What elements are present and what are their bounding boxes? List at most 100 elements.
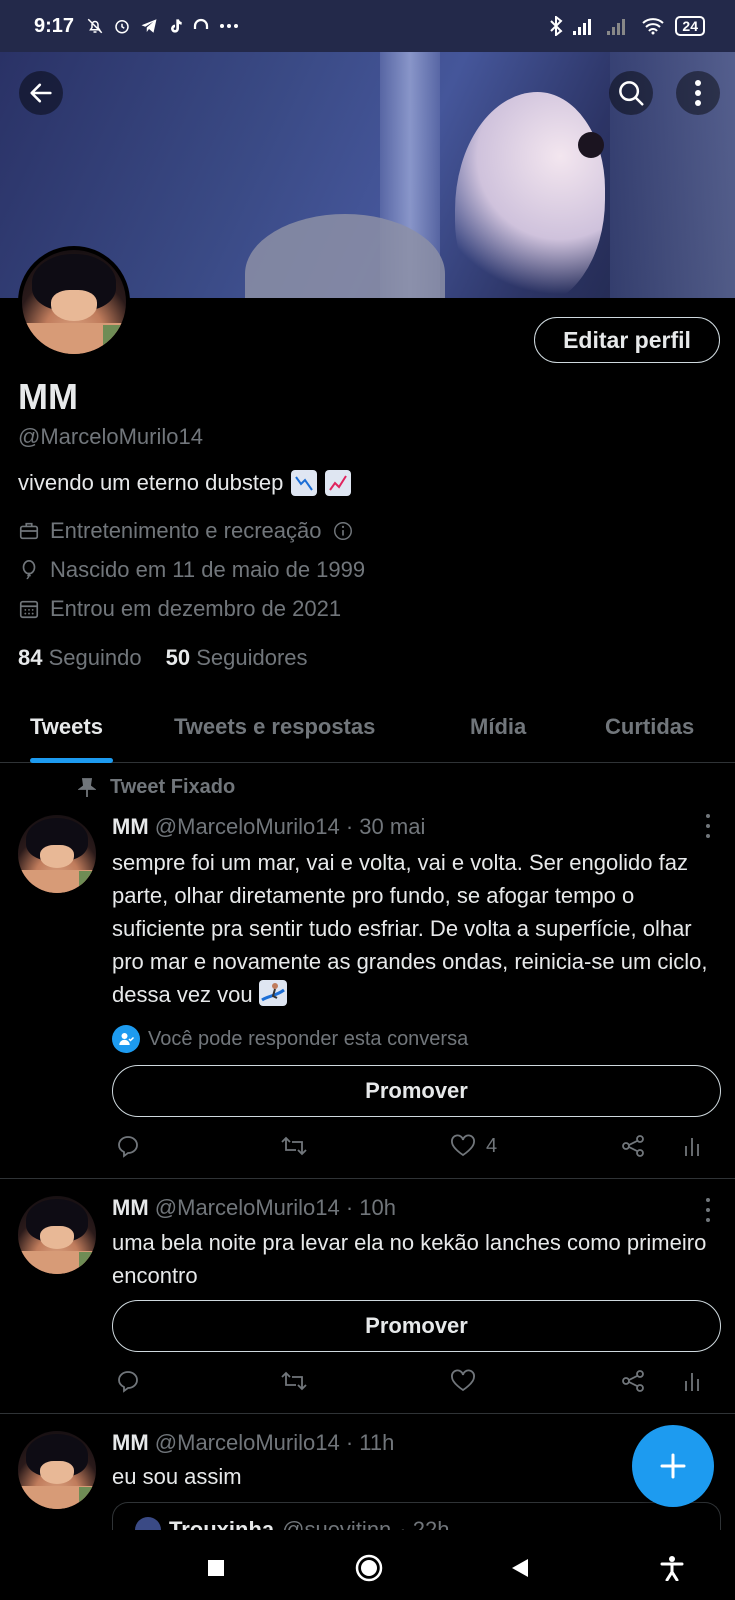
tweet-time[interactable]: · 30 mai: [346, 814, 425, 839]
profile-handle: @MarceloMurilo14: [18, 424, 203, 449]
retweet-button[interactable]: [280, 1134, 308, 1158]
category-text: Entretenimento e recreação: [50, 518, 322, 543]
tweet-more-button[interactable]: [700, 1198, 716, 1222]
plus-icon: [660, 1453, 686, 1479]
status-time: 9:17: [34, 14, 75, 37]
balloon-icon: [22, 560, 36, 580]
accessibility-button[interactable]: [652, 1548, 692, 1588]
tweet-text: uma bela noite pra levar ela no kekão la…: [112, 1230, 707, 1288]
more-icon: [220, 24, 239, 28]
followers-count: 50: [165, 645, 191, 670]
tweet-header: MM @MarceloMurilo14 · 11h: [112, 1430, 394, 1456]
tab-tweets[interactable]: Tweets: [30, 714, 103, 740]
profile-birthday: Nascido em 11 de maio de 1999: [18, 557, 365, 583]
reply-icon: [118, 1371, 138, 1393]
wifi-icon: [642, 18, 665, 35]
tweet-actions: 4: [112, 1134, 712, 1164]
profile-tabs: Tweets Tweets e respostas Mídia Curtidas: [0, 690, 735, 763]
search-icon: [619, 81, 644, 106]
retweet-icon: [281, 1136, 307, 1156]
birthday-text: Nascido em 11 de maio de 1999: [50, 557, 366, 582]
heart-icon: [451, 1134, 475, 1157]
status-bar: 9:17 24: [0, 0, 735, 52]
tweet-author-name[interactable]: MM: [112, 1195, 149, 1220]
telegram-icon: [141, 19, 157, 33]
accessibility-icon: [660, 1556, 684, 1581]
tweet-divider: [0, 1178, 735, 1179]
share-button[interactable]: [620, 1369, 646, 1393]
tweet-text: eu sou assim: [112, 1464, 242, 1489]
arrow-left-icon: [30, 83, 52, 103]
like-button[interactable]: [450, 1369, 486, 1393]
pinned-label: Tweet Fixado: [78, 776, 235, 799]
like-count: 4: [486, 1134, 498, 1157]
followers-label: Seguidores: [196, 645, 308, 670]
profile-bio: vivendo um eterno dubstep: [18, 470, 352, 496]
joined-text: Entrou em dezembro de 2021: [50, 596, 342, 621]
following-label: Seguindo: [48, 645, 142, 670]
followers-link[interactable]: 50 Seguidores: [166, 645, 308, 671]
home-circle-icon: [355, 1554, 383, 1582]
tweet-text: sempre foi um mar, vai e volta, vai e vo…: [112, 846, 722, 1011]
promote-button[interactable]: Promover: [112, 1065, 721, 1117]
share-button[interactable]: [620, 1134, 646, 1158]
alarm-icon: [115, 20, 129, 34]
status-left-icons: [86, 17, 239, 35]
profile-avatar[interactable]: [18, 246, 130, 358]
promote-button[interactable]: Promover: [112, 1300, 721, 1352]
info-icon[interactable]: [332, 520, 354, 542]
tweet-author-name[interactable]: MM: [112, 814, 149, 839]
follow-stats: 84 Seguindo 50 Seguidores: [18, 645, 308, 671]
back-button[interactable]: [19, 71, 63, 115]
tweet-actions: [112, 1369, 712, 1399]
tweet-header: MM @MarceloMurilo14 · 30 mai: [112, 814, 425, 840]
tweet-author-handle[interactable]: @MarceloMurilo14: [155, 1195, 340, 1220]
retweet-button[interactable]: [280, 1369, 308, 1393]
tweet-author-name[interactable]: MM: [112, 1430, 149, 1455]
avatar-image: [22, 250, 126, 354]
reply-button[interactable]: [116, 1369, 140, 1393]
share-icon: [622, 1370, 644, 1392]
analytics-button[interactable]: [682, 1134, 702, 1158]
compose-tweet-button[interactable]: [632, 1425, 714, 1507]
search-button[interactable]: [609, 71, 653, 115]
tab-tweets-replies[interactable]: Tweets e respostas: [174, 714, 375, 740]
reply-permission-note: Você pode responder esta conversa: [112, 1025, 468, 1053]
reply-icon: [118, 1136, 138, 1158]
tweet-author-handle[interactable]: @MarceloMurilo14: [155, 814, 340, 839]
reply-button[interactable]: [116, 1134, 140, 1158]
tweet-time[interactable]: · 11h: [346, 1430, 395, 1455]
tweet-author-handle[interactable]: @MarceloMurilo14: [155, 1430, 340, 1455]
analytics-icon: [685, 1138, 699, 1156]
banner-decor: [578, 132, 604, 158]
tab-media[interactable]: Mídia: [470, 714, 526, 740]
back-nav-button[interactable]: [500, 1548, 540, 1588]
reply-note-text: Você pode responder esta conversa: [148, 1027, 469, 1050]
tweet-time[interactable]: · 10h: [346, 1195, 396, 1220]
tweet-avatar[interactable]: [18, 1196, 96, 1274]
recents-button[interactable]: [196, 1548, 236, 1588]
home-button[interactable]: [349, 1548, 389, 1588]
heart-icon: [451, 1369, 475, 1392]
active-tab-indicator: [30, 758, 113, 763]
square-icon: [208, 1560, 224, 1576]
surfer-emoji: [258, 980, 287, 1006]
edit-profile-button[interactable]: Editar perfil: [534, 317, 720, 363]
tweet-more-button[interactable]: [700, 814, 716, 838]
battery-icon: 24: [675, 16, 705, 36]
system-nav-bar: [0, 1530, 735, 1600]
tweet-avatar[interactable]: [18, 815, 96, 893]
more-options-button[interactable]: [676, 71, 720, 115]
like-button[interactable]: 4: [450, 1134, 497, 1158]
bell-off-icon: [87, 18, 103, 34]
analytics-button[interactable]: [682, 1369, 702, 1393]
briefcase-icon: [19, 522, 39, 540]
tiktok-icon: [171, 19, 182, 33]
tab-likes[interactable]: Curtidas: [605, 714, 694, 740]
following-link[interactable]: 84 Seguindo: [18, 645, 142, 671]
status-right-icons: 24: [549, 16, 705, 36]
user-check-icon: [112, 1025, 140, 1053]
headset-icon: [193, 18, 209, 29]
banner-fish: [455, 92, 605, 298]
tweet-avatar[interactable]: [18, 1431, 96, 1509]
